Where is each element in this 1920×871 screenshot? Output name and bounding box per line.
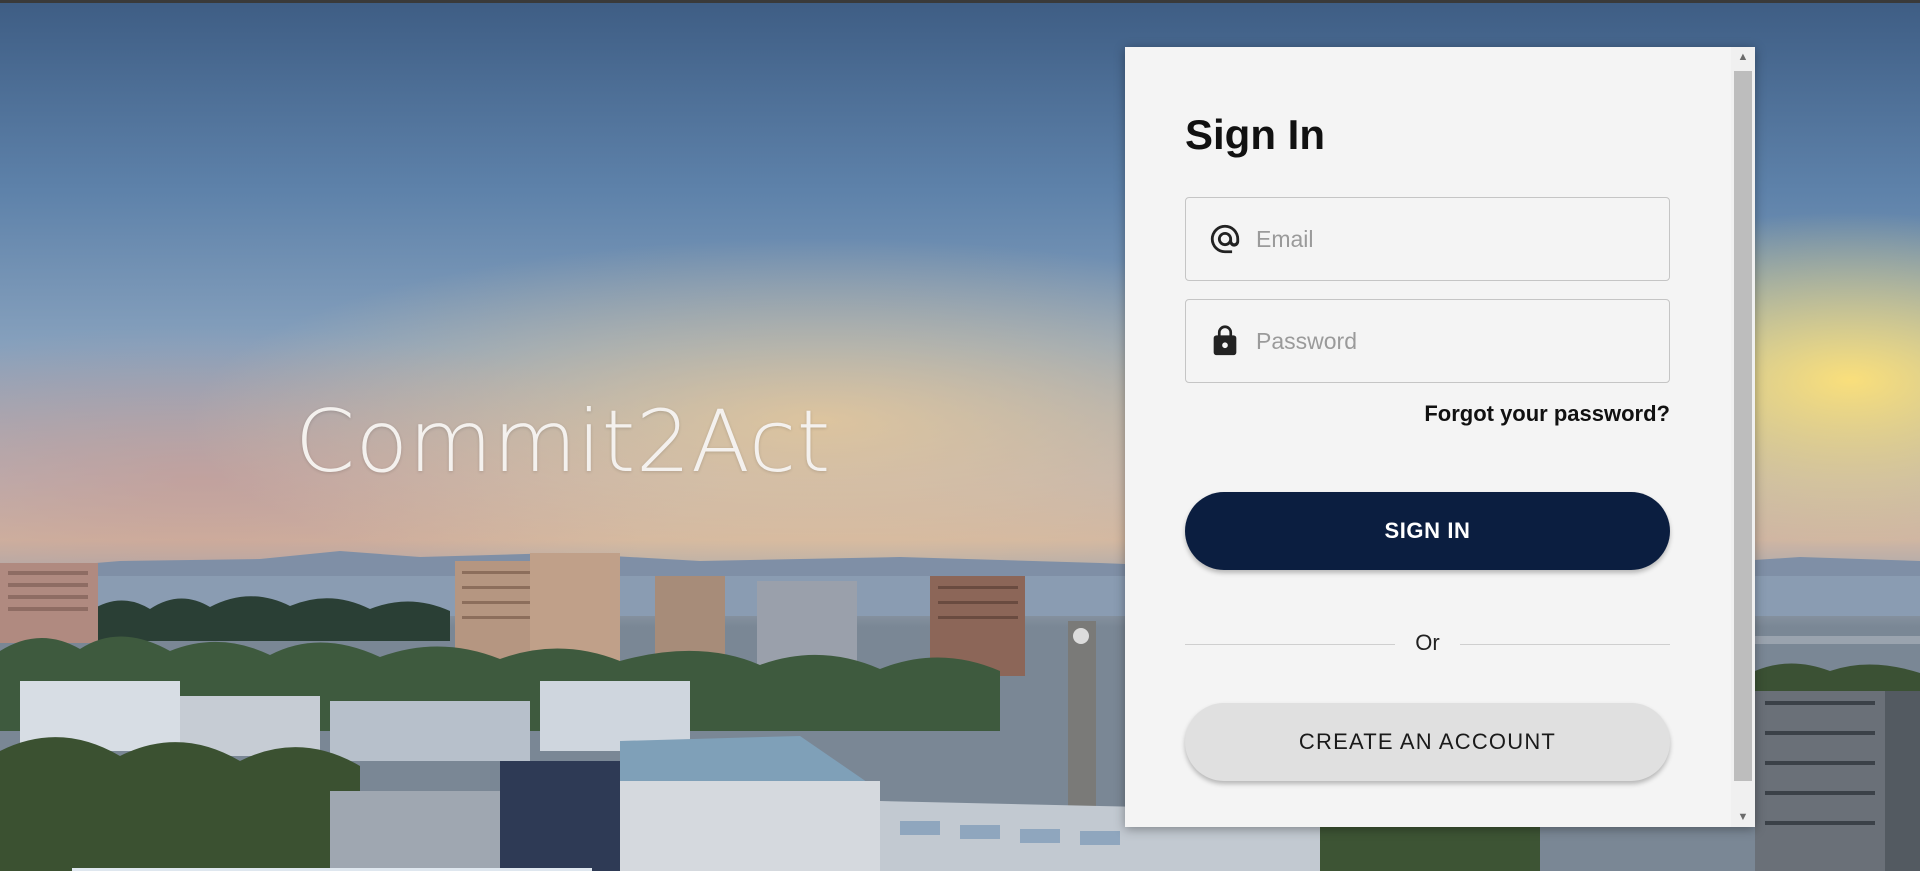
create-account-button[interactable]: CREATE AN ACCOUNT	[1185, 703, 1670, 781]
email-input[interactable]	[1254, 218, 1658, 260]
forgot-password-link[interactable]: Forgot your password?	[1424, 401, 1670, 427]
email-field[interactable]	[1185, 197, 1670, 281]
scroll-down-arrow-icon[interactable]: ▼	[1731, 807, 1755, 827]
sign-in-heading: Sign In	[1185, 111, 1325, 158]
or-divider: Or	[1185, 630, 1670, 658]
window-top-border	[0, 0, 1920, 3]
sign-in-card: Sign In Forgot your password? SIGN IN Or…	[1125, 47, 1755, 827]
scroll-up-arrow-icon[interactable]: ▲	[1731, 47, 1755, 67]
at-sign-icon	[1210, 224, 1240, 254]
lock-icon	[1213, 325, 1237, 356]
card-scrollbar[interactable]: ▲ ▼	[1731, 47, 1755, 827]
password-field[interactable]	[1185, 299, 1670, 383]
password-input[interactable]	[1254, 320, 1658, 362]
scrollbar-thumb[interactable]	[1734, 71, 1752, 781]
brand-title: Commit2Act	[295, 392, 831, 492]
sign-in-button[interactable]: SIGN IN	[1185, 492, 1670, 570]
divider-label: Or	[1415, 630, 1440, 655]
divider-line-right	[1460, 644, 1670, 645]
